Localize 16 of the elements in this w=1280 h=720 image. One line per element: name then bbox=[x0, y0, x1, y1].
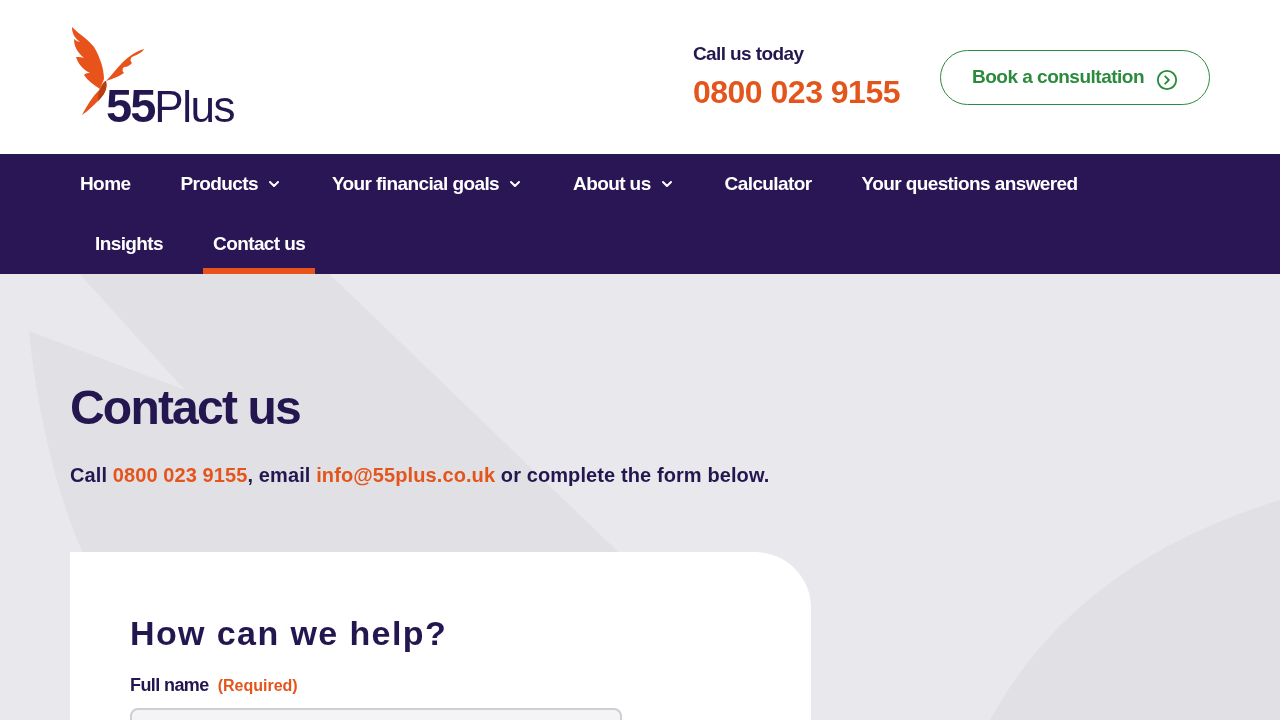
page-title: Contact us bbox=[70, 382, 302, 435]
nav-link[interactable]: Your financial goals bbox=[321, 154, 534, 214]
call-label: Call us today bbox=[692, 42, 804, 66]
intro-text: Call 0800 023 9155, email info@55plus.co.uk or complete the form below. bbox=[70, 462, 771, 488]
nav-link[interactable]: Home bbox=[70, 154, 141, 214]
form-title: How can we help? bbox=[130, 612, 449, 654]
nav-link[interactable]: Your questions answered bbox=[851, 154, 1088, 214]
nav-link[interactable]: Calculator bbox=[714, 154, 822, 214]
phone-link[interactable]: 0800 023 9155 bbox=[692, 71, 900, 112]
arrow-circle-icon bbox=[1156, 68, 1179, 91]
nav-link[interactable]: About us bbox=[563, 154, 685, 214]
required-note: (Required) bbox=[217, 676, 298, 697]
field-label: Full name bbox=[130, 674, 209, 698]
nav-link[interactable]: Insights bbox=[85, 214, 174, 274]
nav-link[interactable]: Products bbox=[170, 154, 292, 214]
logo-text: 55Plus bbox=[106, 82, 234, 129]
